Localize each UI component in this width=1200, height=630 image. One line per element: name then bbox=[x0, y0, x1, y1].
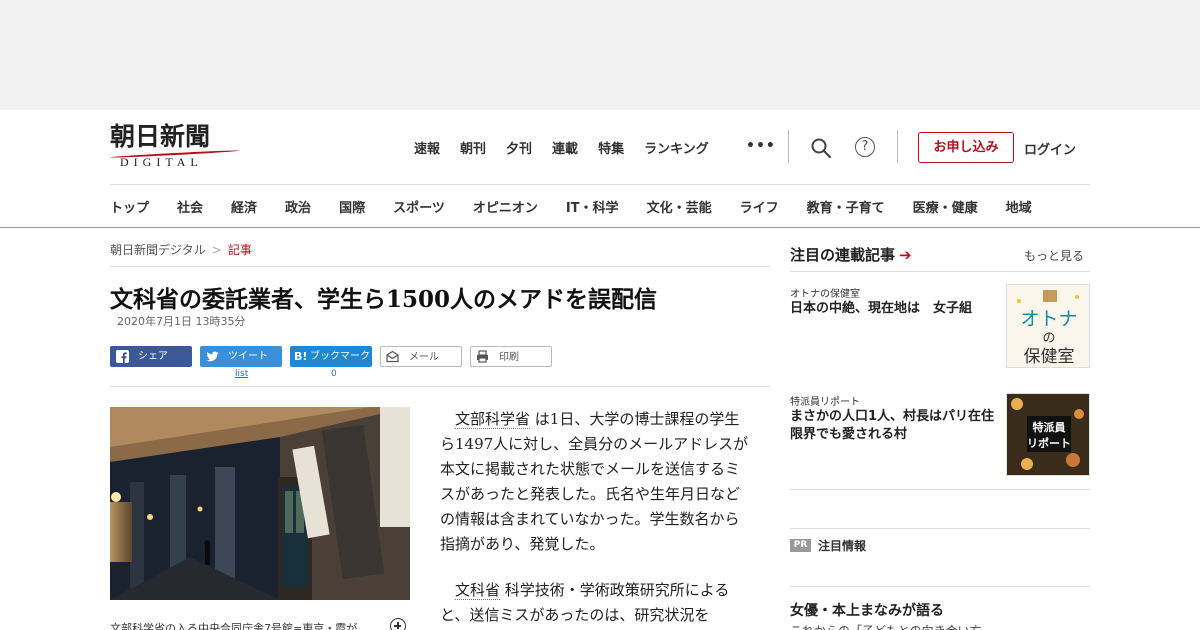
breadcrumb-current[interactable]: 記事 bbox=[228, 243, 252, 257]
mail-share-label: メール bbox=[409, 352, 439, 363]
thumb-text-2: の bbox=[1042, 331, 1055, 346]
series-article-title[interactable]: まさかの人口1人、村長はパリ在住 限界でも愛される村 bbox=[790, 408, 1007, 444]
facebook-icon bbox=[116, 350, 129, 363]
cat-opinion[interactable]: オピニオン bbox=[473, 197, 538, 216]
cat-region[interactable]: 地域 bbox=[1006, 197, 1032, 216]
thumb-text-1: 特派員 bbox=[1033, 420, 1066, 434]
ad-banner-area bbox=[0, 0, 1200, 110]
hatena-bookmark-label: ブックマーク bbox=[310, 351, 370, 362]
site-header: 朝日新聞 DIGITAL 速報 朝刊 夕刊 連載 特集 ランキング ••• ? … bbox=[0, 110, 1200, 228]
logo-japanese: 朝日新聞 bbox=[110, 122, 211, 151]
featured-article-title[interactable]: 女優・本上まなみが語る bbox=[790, 600, 944, 620]
tokuhain-report-thumbnail[interactable]: 特派員 リポート bbox=[1006, 393, 1090, 476]
nav-rensai[interactable]: 連載 bbox=[552, 138, 578, 157]
breadcrumb-home[interactable]: 朝日新聞デジタル bbox=[110, 243, 206, 257]
cat-culture[interactable]: 文化・芸能 bbox=[647, 197, 712, 216]
series-label[interactable]: 特派員リポート bbox=[790, 393, 860, 408]
twitter-tweet-button[interactable]: ツイート bbox=[200, 346, 282, 367]
breadcrumb-divider bbox=[110, 266, 770, 267]
nav-yuukan[interactable]: 夕刊 bbox=[506, 138, 532, 157]
divider bbox=[788, 130, 789, 163]
asahi-digital-logo[interactable]: 朝日新聞 DIGITAL bbox=[110, 122, 240, 169]
category-nav: トップ 社会 経済 政治 国際 スポーツ オピニオン IT・科学 文化・芸能 ラ… bbox=[110, 197, 1032, 216]
print-label: 印刷 bbox=[499, 352, 519, 363]
cat-top[interactable]: トップ bbox=[110, 197, 149, 216]
paragraph-1-text: は1日、大学の博士課程の学生ら1497人に対し、全員分のメールアドレスが本文に掲… bbox=[440, 410, 749, 553]
nav-ranking[interactable]: ランキング bbox=[644, 138, 709, 157]
share-divider bbox=[110, 386, 770, 387]
mext-link[interactable]: 文科省 bbox=[455, 581, 501, 600]
thumbnail-art: 特派員 リポート bbox=[1007, 394, 1089, 475]
nav-choukan[interactable]: 朝刊 bbox=[460, 138, 486, 157]
nav-tokushu[interactable]: 特集 bbox=[598, 138, 624, 157]
cat-health[interactable]: 医療・健康 bbox=[913, 197, 978, 216]
thumbnail-art: オトナ の 保健室 bbox=[1017, 290, 1079, 367]
cat-life[interactable]: ライフ bbox=[740, 197, 779, 216]
cat-politics[interactable]: 政治 bbox=[285, 197, 311, 216]
thumb-text-1: オトナ bbox=[1020, 308, 1077, 330]
article-date: 2020年7月1日 13時35分 bbox=[117, 315, 246, 328]
twitter-bird-icon bbox=[206, 351, 219, 362]
series-article-title[interactable]: 日本の中絶、現在地は 女子組 bbox=[790, 300, 1000, 318]
sidebar-divider bbox=[790, 489, 1090, 490]
see-more-link[interactable]: もっと見る bbox=[1024, 247, 1084, 264]
article-paragraph-1: 文部科学省 は1日、大学の博士課程の学生ら1497人に対し、全員分のメールアドレ… bbox=[440, 407, 750, 557]
help-icon[interactable]: ? bbox=[855, 137, 875, 157]
sidebar-divider bbox=[790, 528, 1090, 529]
featured-info-label: 注目情報 bbox=[818, 539, 867, 553]
facebook-share-button[interactable]: シェア bbox=[110, 346, 192, 367]
divider bbox=[897, 130, 898, 163]
photo-caption: 文部科学省の入る中央合同庁舎7号館=東京・霞が bbox=[110, 622, 358, 630]
cat-sports[interactable]: スポーツ bbox=[393, 197, 445, 216]
thumb-text-3: 保健室 bbox=[1024, 347, 1075, 367]
twitter-tweet-label: ツイート bbox=[228, 351, 268, 362]
login-link[interactable]: ログイン bbox=[1024, 139, 1076, 158]
bookmark-count: 0 bbox=[331, 369, 337, 379]
cat-society[interactable]: 社会 bbox=[177, 197, 203, 216]
more-menu-icon[interactable]: ••• bbox=[746, 138, 776, 154]
zoom-in-icon[interactable] bbox=[390, 618, 406, 630]
facebook-share-label: シェア bbox=[138, 351, 168, 362]
search-icon[interactable] bbox=[810, 137, 832, 159]
cat-education[interactable]: 教育・子育て bbox=[807, 197, 885, 216]
cat-it-science[interactable]: IT・科学 bbox=[566, 197, 619, 216]
logo-digital: DIGITAL bbox=[120, 155, 203, 169]
nav-sokuho[interactable]: 速報 bbox=[414, 138, 440, 157]
top-nav: 速報 朝刊 夕刊 連載 特集 ランキング bbox=[414, 138, 729, 157]
subscribe-button[interactable]: お申し込み bbox=[918, 132, 1014, 163]
otona-hokenshitsu-thumbnail[interactable]: オトナ の 保健室 bbox=[1006, 284, 1090, 368]
featured-article-subtitle[interactable]: これからの「子どもとの向き合い方 bbox=[790, 622, 982, 630]
thumb-text-2: リポート bbox=[1027, 436, 1071, 450]
sidebar-heading[interactable]: 注目の連載記事 ➔ bbox=[790, 244, 912, 265]
hatena-icon: B! bbox=[294, 350, 308, 363]
article-title: 文科省の委託業者、学生ら1500人のメアドを誤配信 bbox=[110, 286, 658, 313]
printer-icon bbox=[477, 350, 488, 363]
header-divider bbox=[110, 184, 1090, 185]
ministry-link[interactable]: 文部科学省 bbox=[455, 410, 531, 429]
series-label[interactable]: オトナの保健室 bbox=[790, 285, 860, 300]
breadcrumb-separator: > bbox=[211, 243, 222, 257]
mail-icon bbox=[386, 350, 399, 363]
ministry-building-photo bbox=[110, 407, 410, 600]
tweet-count-link[interactable]: list bbox=[235, 369, 248, 379]
cat-international[interactable]: 国際 bbox=[339, 197, 365, 216]
sidebar-divider bbox=[790, 586, 1090, 587]
breadcrumb: 朝日新聞デジタル > 記事 bbox=[110, 241, 252, 258]
sidebar-divider bbox=[790, 271, 1090, 272]
article-photo[interactable] bbox=[110, 407, 410, 600]
article-paragraph-2: 文科省 科学技術・学術政策研究所によると、送信ミスがあったのは、研究状況を bbox=[440, 578, 750, 628]
cat-economy[interactable]: 経済 bbox=[231, 197, 257, 216]
arrow-right-icon: ➔ bbox=[899, 246, 912, 264]
print-button[interactable]: 印刷 bbox=[470, 346, 552, 367]
mail-share-button[interactable]: メール bbox=[380, 346, 462, 367]
hatena-bookmark-button[interactable]: B! ブックマーク bbox=[290, 346, 372, 367]
pr-badge: PR bbox=[790, 539, 811, 552]
sidebar-heading-text: 注目の連載記事 bbox=[790, 246, 896, 264]
